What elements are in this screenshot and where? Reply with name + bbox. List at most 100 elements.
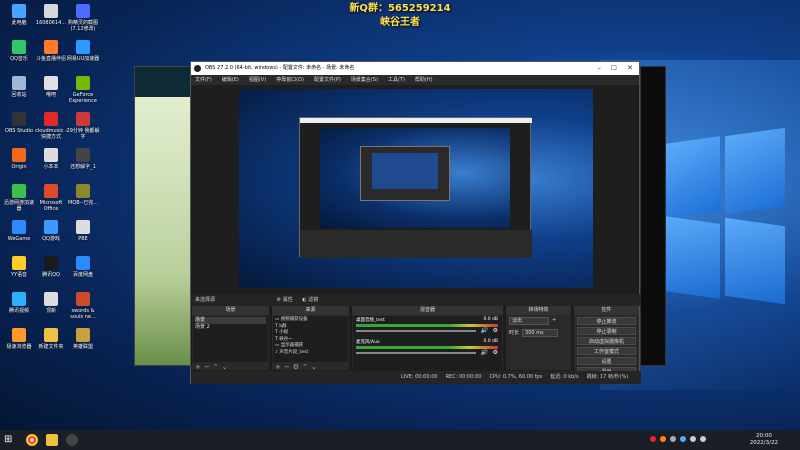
desktop-icon[interactable]: PBE: [66, 220, 100, 242]
desktop-icon[interactable]: swords & souls ne...: [66, 292, 100, 320]
file-explorer-icon[interactable]: [46, 434, 58, 446]
obs-taskbar-icon[interactable]: [66, 434, 78, 446]
desktop-icon[interactable]: 斗鱼直播伴侣: [34, 40, 68, 62]
desktop-icon[interactable]: 英雄联盟: [66, 328, 100, 350]
desktop-icon[interactable]: 网易UU加速器: [66, 40, 100, 62]
add-source-icon[interactable]: +: [275, 363, 284, 371]
desktop-icon[interactable]: WeGame: [2, 220, 36, 242]
desktop-icon[interactable]: OBS Studio: [2, 112, 36, 134]
source-item[interactable]: ♪ 声音片段_test: [275, 350, 346, 357]
desktop-icon[interactable]: 小本本: [34, 148, 68, 170]
desktop-icon[interactable]: 此电脑: [2, 4, 36, 26]
desktop-icon[interactable]: 回收站: [2, 76, 36, 98]
menu-view[interactable]: 视图(V): [249, 75, 266, 85]
taskbar-clock[interactable]: 20:00 2022/3/22: [750, 433, 778, 447]
transition-select[interactable]: 淡出: [509, 317, 549, 325]
mixer-header: 混音器: [352, 306, 503, 315]
minimize-icon[interactable]: –: [598, 62, 602, 75]
clock-date: 2022/3/22: [749, 440, 778, 446]
game-client-window[interactable]: [134, 66, 192, 366]
scene-item[interactable]: 场景 2: [195, 324, 266, 331]
desktop-icon[interactable]: YY语音: [2, 256, 36, 278]
desktop-icon[interactable]: 29分钟 我都解字: [66, 112, 100, 140]
desktop-icon[interactable]: Origin: [2, 148, 36, 170]
desktop-icon[interactable]: 百度网盘: [66, 256, 100, 278]
desktop-icon[interactable]: Microsoft Office: [34, 184, 68, 212]
settings-button[interactable]: 设置: [577, 357, 636, 365]
desktop-icon[interactable]: 还想解字_1: [66, 148, 100, 170]
obs-titlebar[interactable]: OBS 27.2.0 (64-bit, windows) - 配置文件: 未命名…: [191, 62, 639, 75]
app-icon: [76, 4, 90, 18]
tray-icon[interactable]: [660, 436, 666, 442]
menu-help[interactable]: 帮助(H): [415, 75, 433, 85]
desktop-icon[interactable]: 腾讯视频: [2, 292, 36, 314]
tray-icon[interactable]: [650, 436, 656, 442]
move-up-icon[interactable]: ⌃: [302, 363, 311, 371]
move-up-icon[interactable]: ⌃: [213, 363, 222, 371]
app-icon: [44, 4, 58, 18]
tray-icon[interactable]: [670, 436, 676, 442]
app-icon: [44, 76, 58, 90]
system-tray: [650, 436, 706, 442]
menu-edit[interactable]: 编辑(E): [222, 75, 239, 85]
controls-header: 控件: [574, 306, 639, 315]
desktop-icon[interactable]: MQB--已完...: [66, 184, 100, 206]
stop-streaming-button[interactable]: 停止推流: [577, 317, 636, 325]
app-icon: [12, 256, 26, 270]
studio-mode-button[interactable]: 工作室模式: [577, 347, 636, 355]
obs-window[interactable]: OBS 27.2.0 (64-bit, windows) - 配置文件: 未命名…: [190, 61, 641, 384]
chrome-icon[interactable]: [26, 434, 38, 446]
background-window[interactable]: [640, 66, 666, 366]
desktop-icon[interactable]: 腾讯QQ: [34, 256, 68, 278]
desktop-icon[interactable]: 极速浏览器: [2, 328, 36, 350]
gear-icon[interactable]: ⚙: [493, 327, 498, 334]
close-icon[interactable]: ✕: [627, 62, 633, 75]
add-transition-icon[interactable]: +: [552, 317, 556, 325]
menu-scene-collection[interactable]: 场景集合(S): [351, 75, 378, 85]
stop-recording-button[interactable]: 停止录制: [577, 327, 636, 335]
add-scene-icon[interactable]: +: [195, 363, 204, 371]
app-icon: [12, 220, 26, 234]
start-menu-icon[interactable]: ⊞: [4, 434, 16, 446]
tray-icon[interactable]: [680, 436, 686, 442]
menu-tools[interactable]: 工具(T): [388, 75, 405, 85]
desktop-icon[interactable]: 顶新: [34, 292, 68, 314]
desktop-icon[interactable]: 购精灵的截图 (7.12修改): [66, 4, 100, 32]
remove-source-icon[interactable]: −: [284, 363, 293, 371]
desktop-icon[interactable]: 哦吧: [34, 76, 68, 98]
remove-scene-icon[interactable]: −: [204, 363, 213, 371]
tray-icon[interactable]: [690, 436, 696, 442]
menu-file[interactable]: 文件(F): [195, 75, 212, 85]
menu-profile[interactable]: 配置文件(P): [314, 75, 341, 85]
speaker-icon[interactable]: 🔊: [481, 349, 488, 356]
obs-title: OBS 27.2.0 (64-bit, windows) - 配置文件: 未命名…: [205, 65, 355, 71]
maximize-icon[interactable]: ☐: [611, 62, 617, 75]
desktop-icon-label: 回收站: [11, 92, 27, 98]
dropped-frames-status: 跳帧: 17 帧/秒(%): [586, 374, 629, 380]
scene-item[interactable]: 场景: [195, 317, 266, 324]
move-down-icon[interactable]: ⌄: [222, 363, 231, 371]
volume-icon[interactable]: [700, 436, 706, 442]
desktop-icon[interactable]: QQ游戏: [34, 220, 68, 242]
speaker-icon[interactable]: 🔊: [481, 327, 488, 334]
desktop-icon[interactable]: 迅游网游加速器: [2, 184, 36, 212]
volume-slider[interactable]: [356, 330, 476, 332]
source-settings-icon[interactable]: ⚙: [293, 363, 302, 371]
gear-icon[interactable]: ⚙: [493, 349, 498, 356]
desktop-icon[interactable]: QQ音乐: [2, 40, 36, 62]
desktop-icon[interactable]: 16080614...: [34, 4, 68, 26]
menu-docks[interactable]: 停靠窗口(D): [276, 75, 304, 85]
desktop-icon[interactable]: GeForce Experience: [66, 76, 100, 104]
app-icon: [44, 184, 58, 198]
move-down-icon[interactable]: ⌄: [311, 363, 320, 371]
preview-canvas[interactable]: [239, 89, 593, 288]
app-icon: [12, 328, 26, 342]
duration-input[interactable]: 300 ms: [522, 329, 559, 337]
properties-button[interactable]: ⚙ 属性: [277, 297, 293, 303]
filters-button[interactable]: ◐ 滤镜: [302, 297, 318, 303]
virtual-camera-button[interactable]: 启动虚拟摄像机: [577, 337, 636, 345]
desktop-icon-label: OBS Studio: [5, 128, 33, 134]
desktop-icon[interactable]: cloudmusic - 快捷方式: [34, 112, 68, 140]
volume-slider[interactable]: [356, 352, 476, 354]
desktop-icon[interactable]: 新建文件夹: [34, 328, 68, 350]
